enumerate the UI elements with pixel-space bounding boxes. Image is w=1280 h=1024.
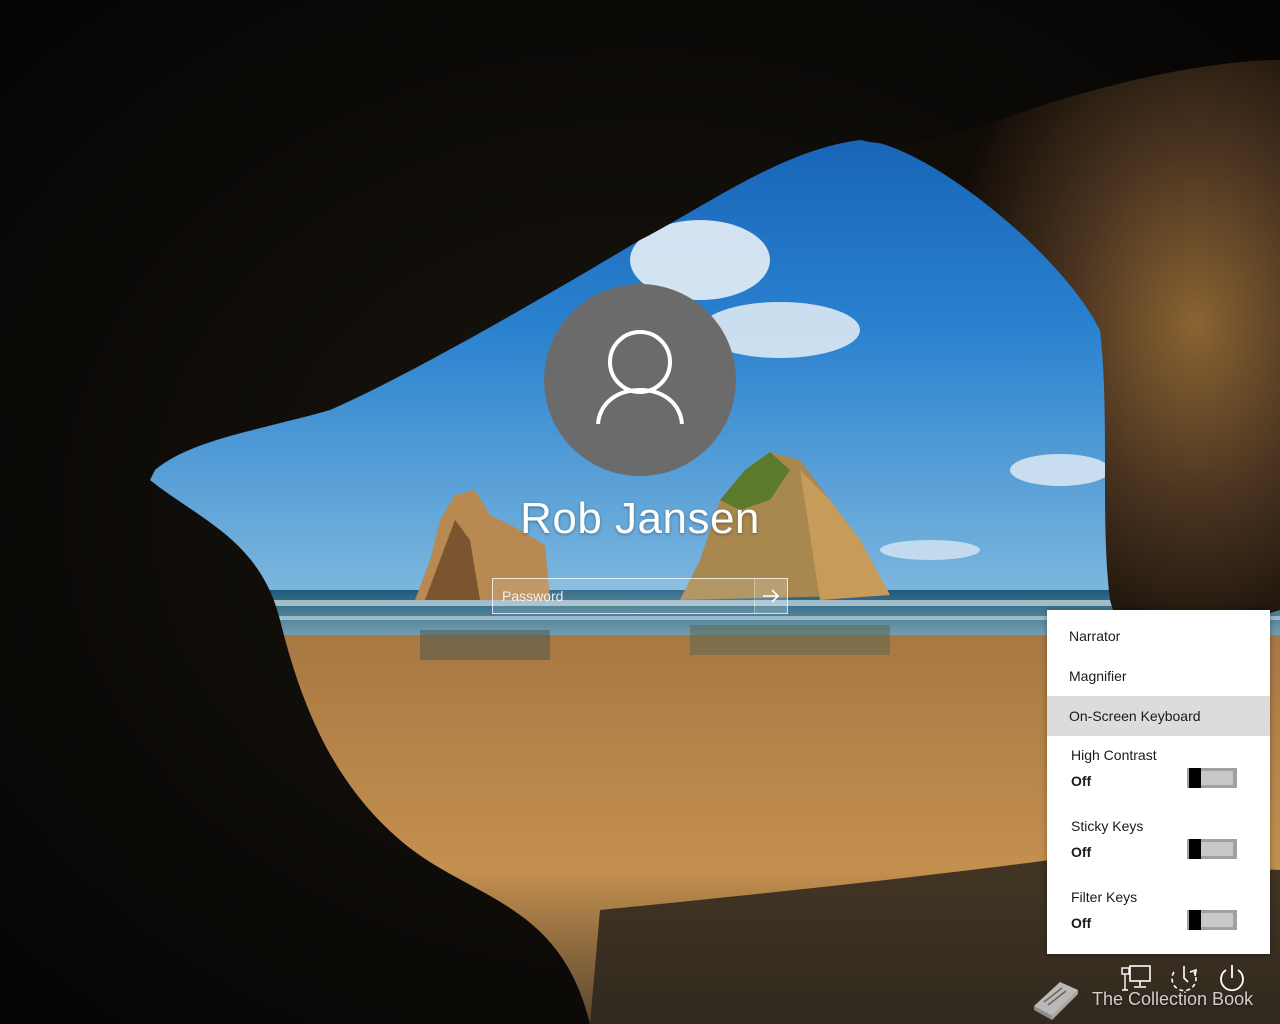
username: Rob Jansen: [520, 494, 760, 543]
power-button[interactable]: [1216, 962, 1248, 994]
password-input[interactable]: [493, 579, 755, 613]
high-contrast-setting: High Contrast Off: [1047, 747, 1270, 813]
password-box: [492, 578, 788, 614]
menu-item-label: Magnifier: [1069, 668, 1127, 684]
sticky-keys-setting: Sticky Keys Off: [1047, 818, 1270, 884]
submit-button[interactable]: [754, 579, 787, 613]
menu-item-magnifier[interactable]: Magnifier: [1047, 656, 1270, 696]
network-icon: [1121, 965, 1151, 991]
sticky-keys-toggle[interactable]: [1187, 839, 1237, 859]
toggle-state: Off: [1071, 915, 1092, 931]
network-button[interactable]: [1120, 962, 1152, 994]
book-icon: [1034, 982, 1078, 1020]
menu-item-narrator[interactable]: Narrator: [1047, 616, 1270, 656]
user-avatar: [544, 284, 736, 476]
toggle-label: Sticky Keys: [1071, 818, 1144, 834]
ease-of-access-icon: [1171, 966, 1198, 992]
power-icon: [1220, 965, 1244, 992]
menu-item-label: On-Screen Keyboard: [1069, 708, 1201, 724]
toggle-state: Off: [1071, 773, 1092, 789]
menu-item-on-screen-keyboard[interactable]: On-Screen Keyboard: [1047, 696, 1270, 736]
arrow-right-icon: [763, 589, 780, 603]
toggle-label: Filter Keys: [1071, 889, 1138, 905]
filter-keys-toggle[interactable]: [1187, 910, 1237, 930]
high-contrast-toggle[interactable]: [1187, 768, 1237, 788]
toggle-state: Off: [1071, 844, 1092, 860]
toggle-label: High Contrast: [1071, 747, 1157, 763]
user-icon: [596, 330, 684, 425]
ease-of-access-button[interactable]: [1168, 962, 1200, 994]
filter-keys-setting: Filter Keys Off: [1047, 889, 1270, 955]
menu-item-label: Narrator: [1069, 628, 1121, 644]
ease-of-access-menu: Narrator Magnifier On-Screen Keyboard Hi…: [1047, 610, 1270, 954]
